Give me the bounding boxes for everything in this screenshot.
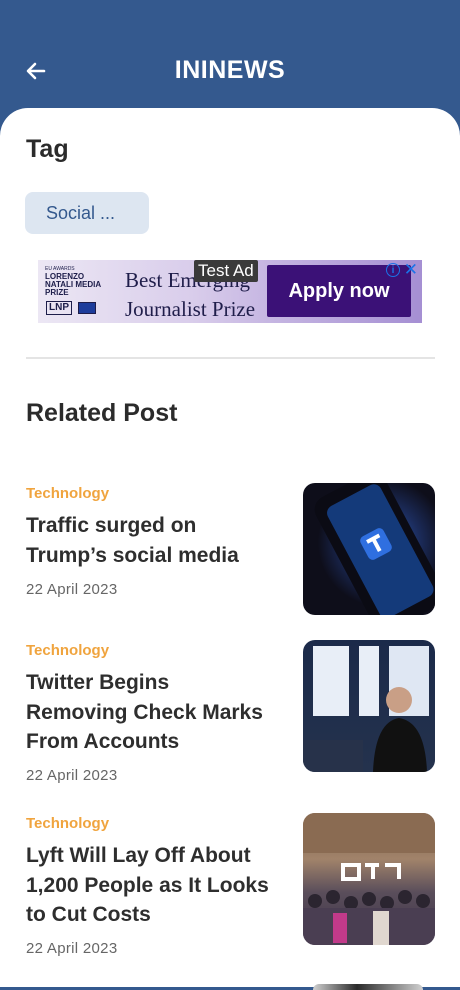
post-thumbnail	[303, 640, 435, 772]
content-sheet: Tag Social ... EU AWARDS LORENZO NATALI …	[0, 108, 460, 990]
ad-banner[interactable]: EU AWARDS LORENZO NATALI MEDIA PRIZE LNP…	[38, 260, 422, 323]
ad-partner-logos: LNP	[46, 301, 96, 315]
tag-section-title: Tag	[26, 135, 69, 163]
post-category: Technology	[26, 815, 110, 832]
related-section-title: Related Post	[26, 399, 178, 427]
eu-flag-icon	[78, 302, 96, 314]
post-thumbnail-partial	[313, 984, 423, 990]
info-icon[interactable]: i	[386, 263, 400, 277]
post-date: 22 April 2023	[26, 767, 118, 784]
app-title: ININEWS	[174, 56, 286, 84]
section-divider	[26, 357, 435, 359]
post-category: Technology	[26, 485, 110, 502]
post-date: 22 April 2023	[26, 940, 118, 957]
close-icon[interactable]: ✕	[404, 260, 418, 280]
lnp-logo: LNP	[46, 301, 72, 315]
post-title: Traffic surged on Trump’s social media	[26, 514, 239, 567]
post-date: 22 April 2023	[26, 581, 118, 598]
related-post-item[interactable]: Technology Lyft Will Lay Off About 1,200…	[26, 813, 435, 957]
post-title: Lyft Will Lay Off About 1,200 People as …	[26, 844, 269, 926]
tag-chip[interactable]: Social ...	[25, 192, 149, 234]
post-title: Twitter Begins Removing Check Marks From…	[26, 671, 263, 753]
post-thumbnail	[303, 483, 435, 615]
related-post-item[interactable]: Technology Traffic surged on Trump’s soc…	[26, 483, 435, 618]
related-post-item[interactable]: Technology Twitter Begins Removing Check…	[26, 640, 435, 784]
post-category: Technology	[26, 642, 110, 659]
post-thumbnail	[303, 813, 435, 945]
test-ad-badge: Test Ad	[194, 260, 258, 282]
ad-logo: EU AWARDS LORENZO NATALI MEDIA PRIZE	[45, 266, 102, 297]
